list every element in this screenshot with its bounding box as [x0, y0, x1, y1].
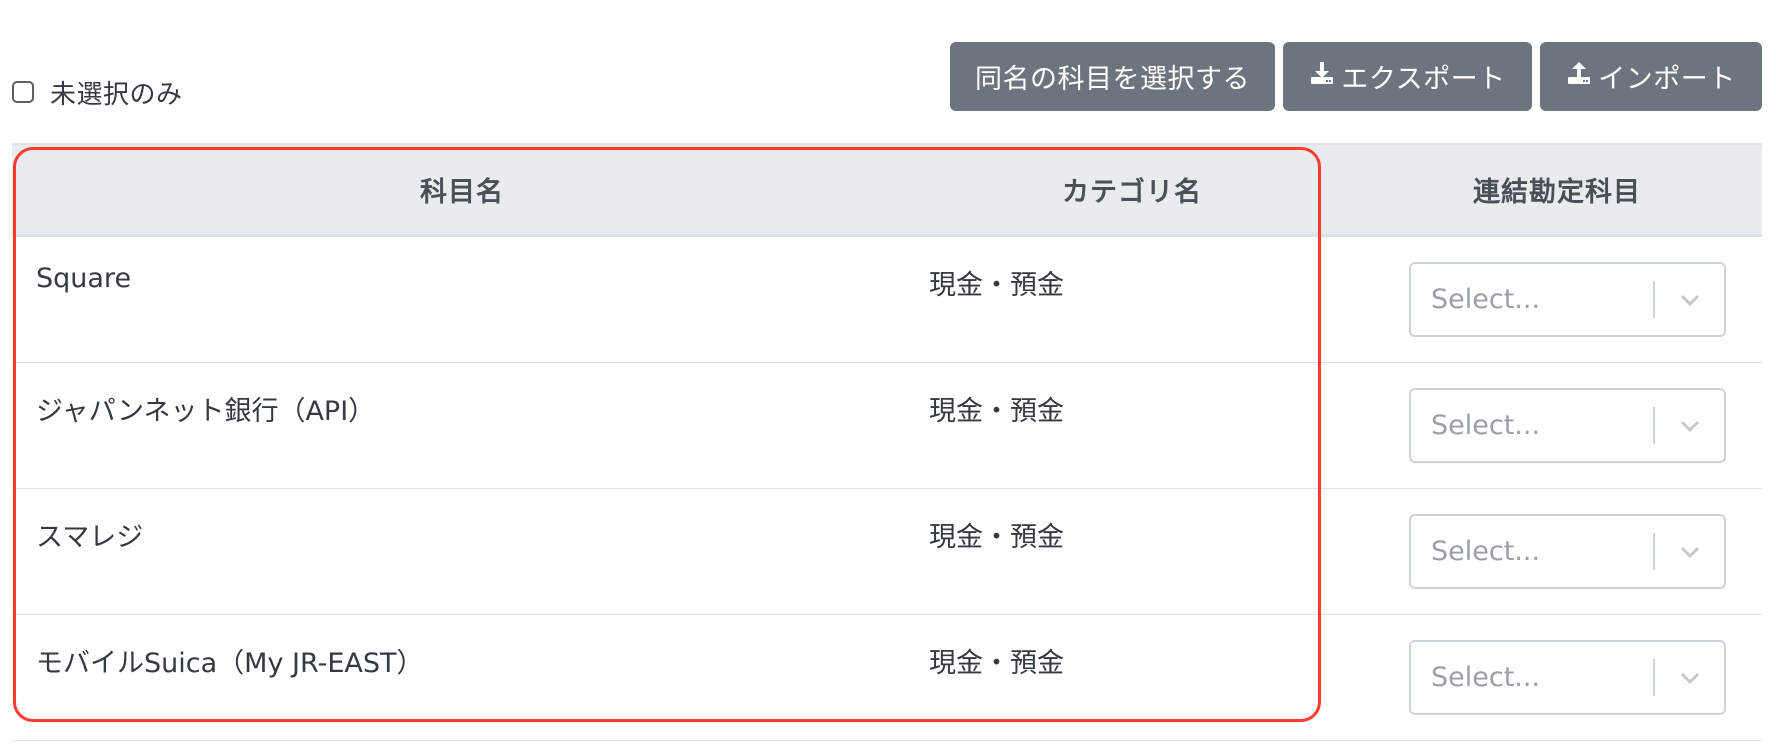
export-button[interactable]: エクスポート: [1283, 42, 1532, 111]
download-icon: [1309, 60, 1335, 93]
row-account-name: スマレジ: [36, 522, 144, 553]
row-category-name: 現金・預金: [929, 522, 1064, 553]
select-placeholder: Select...: [1431, 662, 1541, 693]
select-same-name-button[interactable]: 同名の科目を選択する: [950, 42, 1275, 111]
chevron-down-icon[interactable]: [1679, 670, 1701, 686]
header-category-name: カテゴリ名: [1062, 177, 1202, 208]
export-label: エクスポート: [1341, 64, 1506, 95]
row-category-name: 現金・預金: [929, 270, 1064, 301]
table-row: モバイルSuica（My JR-EAST） 現金・預金 Select...: [12, 615, 1762, 741]
row-account-name: Square: [36, 263, 132, 294]
import-label: インポート: [1598, 64, 1736, 95]
header-linked-account: 連結勘定科目: [1473, 177, 1641, 208]
linked-account-select[interactable]: Select...: [1409, 640, 1726, 715]
import-button[interactable]: インポート: [1540, 42, 1762, 111]
row-category-name: 現金・預金: [929, 648, 1064, 679]
unselected-only-filter[interactable]: 未選択のみ: [12, 72, 183, 112]
select-same-name-label: 同名の科目を選択する: [975, 64, 1250, 95]
toolbar: 同名の科目を選択する エクスポート インポート: [942, 42, 1762, 111]
row-account-name: ジャパンネット銀行（API）: [36, 396, 376, 427]
linked-account-select[interactable]: Select...: [1409, 514, 1726, 589]
table-row: スマレジ 現金・預金 Select...: [12, 489, 1762, 615]
table-row: ジャパンネット銀行（API） 現金・預金 Select...: [12, 363, 1762, 489]
linked-account-select[interactable]: Select...: [1409, 388, 1726, 463]
chevron-down-icon[interactable]: [1679, 418, 1701, 434]
select-separator: [1653, 281, 1655, 318]
table-row: Square 現金・預金 Select...: [12, 237, 1762, 363]
linked-account-select[interactable]: Select...: [1409, 262, 1726, 337]
table-header: 科目名 カテゴリ名 連結勘定科目: [12, 143, 1762, 237]
upload-icon: [1566, 60, 1592, 93]
select-separator: [1653, 407, 1655, 444]
unselected-only-checkbox[interactable]: [12, 81, 34, 103]
select-separator: [1653, 659, 1655, 696]
chevron-down-icon[interactable]: [1679, 292, 1701, 308]
unselected-only-label: 未選択のみ: [50, 79, 183, 110]
select-separator: [1653, 533, 1655, 570]
select-placeholder: Select...: [1431, 284, 1541, 315]
row-account-name: モバイルSuica（My JR-EAST）: [36, 648, 424, 679]
select-placeholder: Select...: [1431, 536, 1541, 567]
select-placeholder: Select...: [1431, 410, 1541, 441]
header-account-name: 科目名: [420, 177, 504, 208]
account-mapping-table: 科目名 カテゴリ名 連結勘定科目 Square 現金・預金 Select... …: [12, 143, 1762, 741]
chevron-down-icon[interactable]: [1679, 544, 1701, 560]
row-category-name: 現金・預金: [929, 396, 1064, 427]
